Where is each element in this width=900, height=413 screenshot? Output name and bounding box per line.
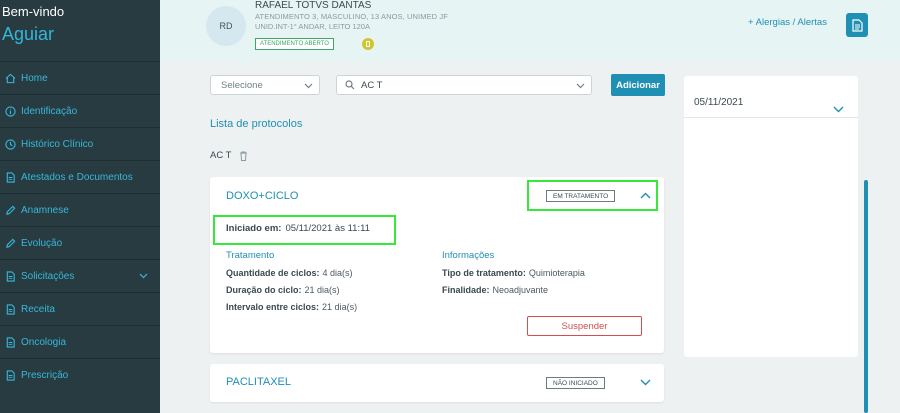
purpose-field: Finalidade: Neoadjuvante — [442, 285, 548, 295]
cycles-field: Quantidade de ciclos: 4 dia(s) — [226, 268, 353, 278]
search-icon — [345, 80, 355, 90]
protocol-list-title: Lista de protocolos — [210, 118, 303, 130]
chevron-down-icon — [576, 81, 585, 92]
avatar: RD — [206, 6, 246, 46]
patient-location: UNID.INT-1° ANDAR, LEITO 120A — [255, 22, 370, 31]
sidebar-item-label: Evolução — [21, 237, 63, 249]
sidebar-item-label: Histórico Clínico — [21, 138, 94, 150]
welcome-text: Bem-vindo — [2, 4, 65, 19]
sidebar-item-label: Atestados e Documentos — [21, 171, 133, 183]
sidebar-item-label: Receita — [21, 303, 55, 315]
started-at: Iniciado em: 05/11/2021 às 11:11 — [226, 223, 370, 234]
user-name: Aguiar — [2, 24, 55, 44]
document-button[interactable] — [846, 13, 868, 37]
patient-header: RD RAFAEL TOTVS DANTAS ATENDIMENTO 3, MA… — [160, 0, 900, 62]
sidebar-item-atestados[interactable]: Atestados e Documentos — [0, 160, 160, 193]
add-button[interactable]: Adicionar — [611, 74, 665, 96]
sidebar-item-solicitacoes[interactable]: Solicitações — [0, 259, 160, 292]
tag-icon[interactable] — [362, 38, 374, 50]
patient-info: ATENDIMENTO 3, MASCULINO, 13 ANOS, UNIME… — [255, 12, 448, 21]
field-label: Intervalo entre ciclos: — [226, 302, 320, 312]
info-section-title: Informações — [442, 250, 495, 261]
home-icon — [1, 73, 19, 84]
field-value: 21 dia(s) — [322, 302, 358, 312]
allergies-alerts-link[interactable]: + Alergias / Alertas — [748, 17, 827, 28]
field-value: Neoadjuvante — [492, 285, 549, 295]
chevron-down-icon[interactable] — [833, 100, 844, 118]
field-label: Finalidade: — [442, 285, 490, 295]
protocol-card: PACLITAXEL NÃO INICIADO — [210, 364, 664, 402]
sidebar-item-historico[interactable]: Histórico Clínico — [0, 127, 160, 160]
sidebar-item-label: Home — [21, 72, 48, 84]
started-value: 05/11/2021 às 11:11 — [285, 223, 370, 234]
chevron-up-icon[interactable] — [640, 192, 651, 199]
chevron-down-icon[interactable] — [640, 379, 651, 386]
sidebar-item-label: Solicitações — [21, 270, 75, 282]
protocol-type-select[interactable]: Selecione — [210, 75, 320, 95]
protocol-name: AC T — [210, 150, 232, 161]
pencil-icon — [1, 205, 19, 216]
field-value: 4 dia(s) — [322, 268, 353, 278]
protocol-card: DOXO+CICLO EM TRATAMENTO Iniciado em: 05/… — [210, 177, 664, 353]
document-icon — [1, 171, 19, 183]
document-icon — [1, 270, 19, 282]
pencil-icon — [1, 238, 19, 249]
started-label: Iniciado em: — [226, 223, 282, 234]
protocol-search-input[interactable]: AC T — [336, 75, 592, 95]
date-label: 05/11/2021 — [694, 97, 744, 108]
protocol-card-title[interactable]: DOXO+CICLO — [226, 190, 298, 202]
sidebar-item-evolucao[interactable]: Evolução — [0, 226, 160, 259]
suspend-button[interactable]: Suspender — [527, 316, 642, 336]
field-value: Quimioterapia — [528, 268, 585, 278]
treatment-type-field: Tipo de tratamento: Quimioterapia — [442, 268, 585, 278]
document-icon — [851, 18, 863, 32]
duration-field: Duração do ciclo: 21 dia(s) — [226, 285, 340, 295]
document-icon — [1, 303, 19, 315]
field-label: Duração do ciclo: — [226, 285, 302, 295]
sidebar-nav: Home Identificação Histórico Clínico Ate… — [0, 61, 160, 391]
status-badge: EM TRATAMENTO — [546, 190, 616, 202]
scrollbar[interactable] — [864, 180, 868, 413]
sidebar-item-label: Oncologia — [21, 336, 67, 348]
document-icon — [1, 336, 19, 348]
main-content: Selecione AC T Adicionar Lista de protoc… — [160, 62, 900, 413]
status-badge: ATENDIMENTO ABERTO — [255, 38, 334, 50]
status-badge: NÃO INICIADO — [546, 377, 605, 389]
sidebar-item-receita[interactable]: Receita — [0, 292, 160, 325]
sidebar: Bem-vindo Aguiar Home Identificação Hist… — [0, 0, 160, 413]
selected-protocol: AC T — [210, 150, 248, 161]
chevron-down-icon[interactable] — [139, 271, 148, 282]
sidebar-item-identificacao[interactable]: Identificação — [0, 94, 160, 127]
sidebar-item-prescricao[interactable]: Prescrição — [0, 358, 160, 391]
field-label: Tipo de tratamento: — [442, 268, 526, 278]
sidebar-item-anamnese[interactable]: Anamnese — [0, 193, 160, 226]
field-value: 21 dia(s) — [304, 285, 340, 295]
treatment-section-title: Tratamento — [226, 250, 275, 261]
chevron-down-icon — [304, 81, 313, 92]
protocol-card-title[interactable]: PACLITAXEL — [226, 376, 291, 388]
select-value: Selecione — [221, 79, 263, 91]
document-icon — [1, 369, 19, 381]
sidebar-item-label: Prescrição — [21, 369, 69, 381]
interval-field: Intervalo entre ciclos: 21 dia(s) — [226, 302, 357, 312]
patient-name: RAFAEL TOTVS DANTAS — [255, 0, 372, 11]
field-label: Quantidade de ciclos: — [226, 268, 320, 278]
trash-icon[interactable] — [239, 151, 248, 161]
history-panel: 05/11/2021 — [684, 76, 858, 357]
sidebar-item-home[interactable]: Home — [0, 61, 160, 94]
date-row[interactable]: 05/11/2021 — [684, 90, 858, 118]
sidebar-item-oncologia[interactable]: Oncologia — [0, 325, 160, 358]
sidebar-item-label: Anamnese — [21, 204, 69, 216]
history-icon — [1, 138, 19, 150]
search-value: AC T — [361, 79, 383, 91]
protocol-panel: Selecione AC T Adicionar Lista de protoc… — [198, 62, 676, 413]
sidebar-item-label: Identificação — [21, 105, 78, 117]
info-icon — [1, 105, 19, 117]
